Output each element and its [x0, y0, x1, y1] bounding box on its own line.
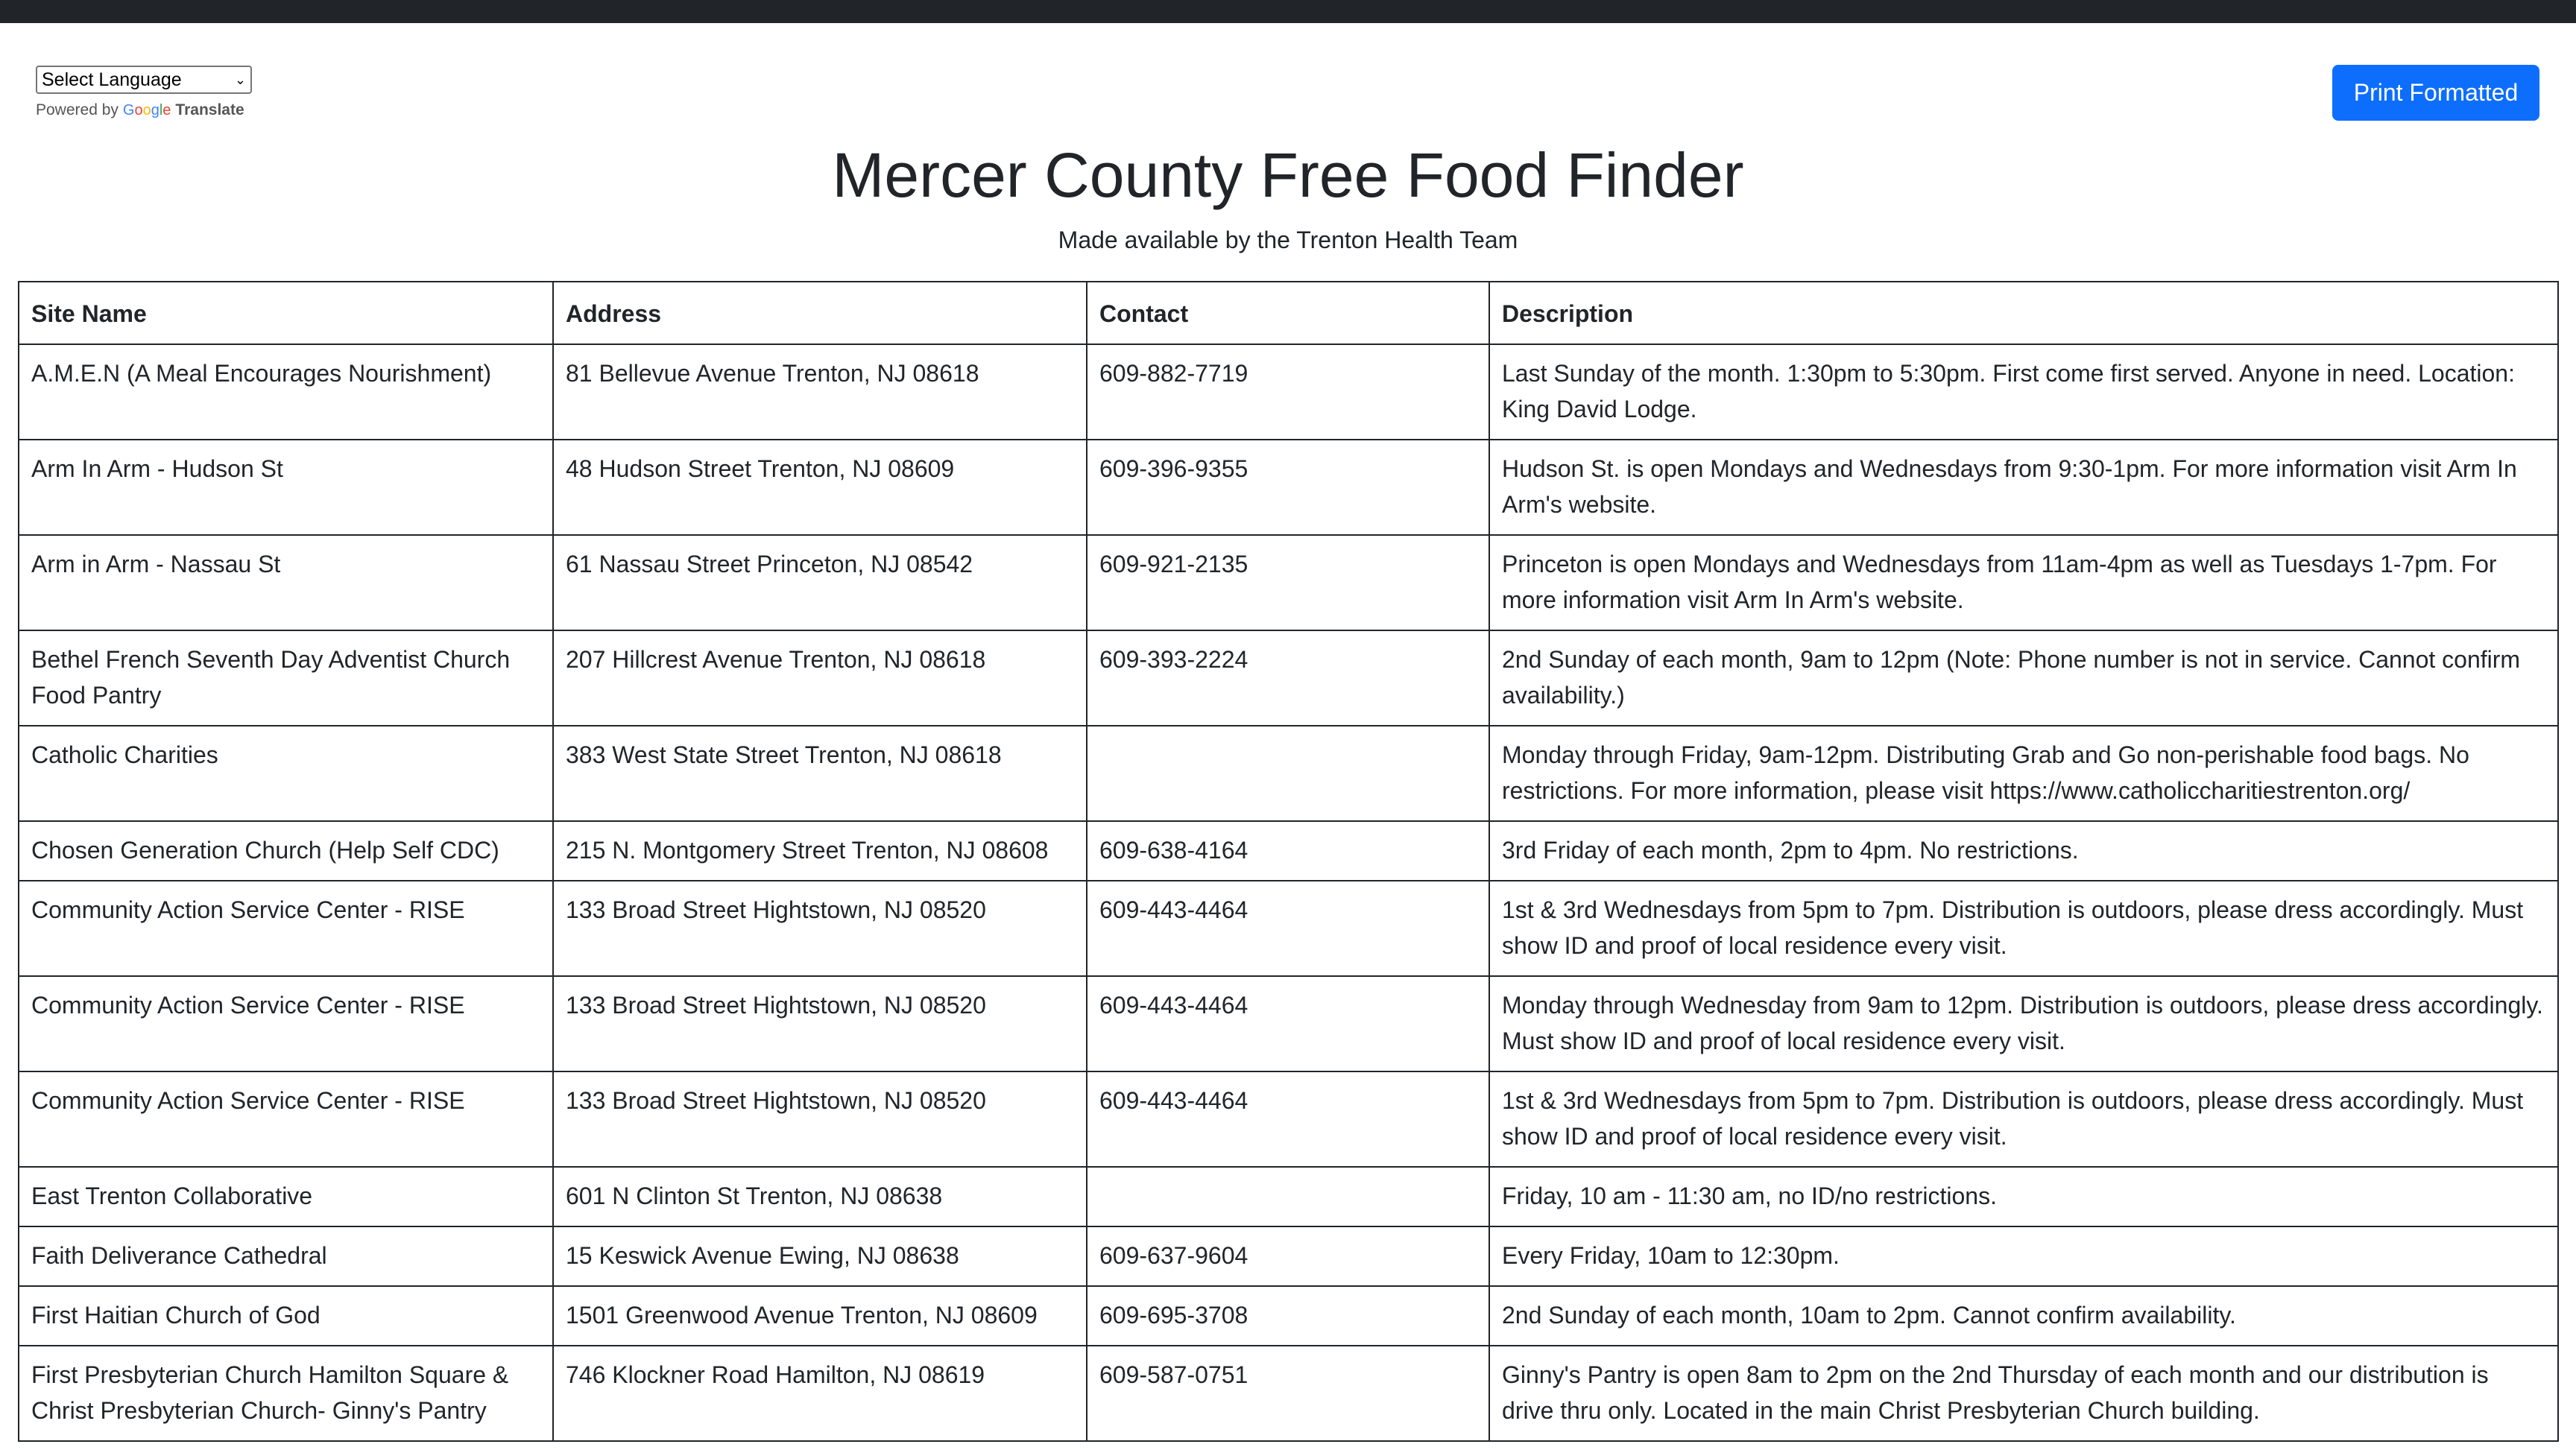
description-cell: 2nd Sunday of each month, 10am to 2pm. C… [1489, 1285, 2559, 1346]
table-row: Community Action Service Center - RISE 13… [18, 880, 2559, 977]
column-header-contact: Contact [1086, 281, 1490, 345]
contact-cell: 609-587-0751 [1086, 1345, 1490, 1442]
contact-cell: 609-638-4164 [1086, 820, 1490, 881]
description-cell: Princeton is open Mondays and Wednesdays… [1489, 534, 2559, 631]
table-row: Arm In Arm - Hudson St 48 Hudson Street T… [18, 439, 2559, 536]
site-name-cell: Community Action Service Center - RISE [18, 975, 554, 1072]
site-name-cell: East Trenton Collaborative [18, 1166, 554, 1227]
description-cell: Friday, 10 am - 11:30 am, no ID/no restr… [1489, 1166, 2559, 1227]
address-cell: 81 Bellevue Avenue Trenton, NJ 08618 [552, 343, 1087, 440]
contact-cell: 609-396-9355 [1086, 439, 1490, 536]
page-subtitle: Made available by the Trenton Health Tea… [1058, 227, 1518, 253]
contact-cell [1086, 725, 1490, 822]
contact-cell: 609-637-9604 [1086, 1226, 1490, 1287]
address-cell: 207 Hillcrest Avenue Trenton, NJ 08618 [552, 630, 1087, 726]
contact-cell: 609-443-4464 [1086, 1071, 1490, 1168]
contact-cell: 609-921-2135 [1086, 534, 1490, 631]
site-name-cell: Catholic Charities [18, 725, 554, 822]
contact-cell: 609-393-2224 [1086, 630, 1490, 726]
print-formatted-button[interactable]: Print Formatted [2332, 65, 2539, 121]
address-cell: 1501 Greenwood Avenue Trenton, NJ 08609 [552, 1285, 1087, 1346]
description-cell: 1st & 3rd Wednesdays from 5pm to 7pm. Di… [1489, 880, 2559, 977]
description-cell: 1st & 3rd Wednesdays from 5pm to 7pm. Di… [1489, 1071, 2559, 1168]
contact-cell: 609-443-4464 [1086, 880, 1490, 977]
table-header-row: Site Name Address Contact Description [18, 281, 2559, 345]
table-row: Chosen Generation Church (Help Self CDC)… [18, 820, 2559, 881]
address-cell: 15 Keswick Avenue Ewing, NJ 08638 [552, 1226, 1087, 1287]
address-cell: 133 Broad Street Hightstown, NJ 08520 [552, 1071, 1087, 1168]
address-cell: 383 West State Street Trenton, NJ 08618 [552, 725, 1087, 822]
contact-cell: 609-443-4464 [1086, 975, 1490, 1072]
site-name-cell: First Haitian Church of God [18, 1285, 554, 1346]
address-cell: 133 Broad Street Hightstown, NJ 08520 [552, 880, 1087, 977]
column-header-description: Description [1489, 281, 2559, 345]
google-translate-widget: Select Language ⌄ Powered by Google Tran… [36, 66, 252, 119]
site-name-cell: Community Action Service Center - RISE [18, 1071, 554, 1168]
powered-by-text: Powered by [36, 101, 119, 118]
site-name-cell: Chosen Generation Church (Help Self CDC) [18, 820, 554, 881]
table-row: A.M.E.N (A Meal Encourages Nourishment) 8… [18, 343, 2559, 440]
language-select[interactable]: Select Language ⌄ [36, 66, 252, 94]
powered-by-google: Powered by Google Translate [36, 101, 252, 119]
table-row: Community Action Service Center - RISE 13… [18, 975, 2559, 1072]
translate-link[interactable]: Translate [175, 101, 244, 119]
table-row: Community Action Service Center - RISE 13… [18, 1071, 2559, 1168]
column-header-site-name: Site Name [18, 281, 554, 345]
column-header-address: Address [552, 281, 1087, 345]
contact-cell: 609-695-3708 [1086, 1285, 1490, 1346]
page-title: Mercer County Free Food Finder [832, 140, 1744, 210]
google-logo[interactable]: Google [123, 102, 171, 119]
site-name-cell: Community Action Service Center - RISE [18, 880, 554, 977]
description-cell: Monday through Friday, 9am-12pm. Distrib… [1489, 725, 2559, 822]
description-cell: 3rd Friday of each month, 2pm to 4pm. No… [1489, 820, 2559, 881]
site-name-cell: Arm in Arm - Nassau St [18, 534, 554, 631]
address-cell: 746 Klockner Road Hamilton, NJ 08619 [552, 1345, 1087, 1442]
contact-cell: 609-882-7719 [1086, 343, 1490, 440]
description-cell: Hudson St. is open Mondays and Wednesday… [1489, 439, 2559, 536]
table-row: Arm in Arm - Nassau St 61 Nassau Street P… [18, 534, 2559, 631]
site-name-cell: A.M.E.N (A Meal Encourages Nourishment) [18, 343, 554, 440]
address-cell: 601 N Clinton St Trenton, NJ 08638 [552, 1166, 1087, 1227]
description-cell: Last Sunday of the month. 1:30pm to 5:30… [1489, 343, 2559, 440]
food-sites-table: Site Name Address Contact Description A.… [18, 281, 2559, 1442]
description-cell: 2nd Sunday of each month, 9am to 12pm (N… [1489, 630, 2559, 726]
table-row: East Trenton Collaborative 601 N Clinton … [18, 1166, 2559, 1227]
address-cell: 215 N. Montgomery Street Trenton, NJ 086… [552, 820, 1087, 881]
site-name-cell: Bethel French Seventh Day Adventist Chur… [18, 630, 554, 726]
table-row: Bethel French Seventh Day Adventist Chur… [18, 630, 2559, 726]
address-cell: 61 Nassau Street Princeton, NJ 08542 [552, 534, 1087, 631]
chevron-down-icon: ⌄ [234, 72, 246, 87]
site-name-cell: Arm In Arm - Hudson St [18, 439, 554, 536]
table-row: First Haitian Church of God 1501 Greenwoo… [18, 1285, 2559, 1346]
language-select-value: Select Language [42, 69, 182, 90]
description-cell: Monday through Wednesday from 9am to 12p… [1489, 975, 2559, 1072]
contact-cell [1086, 1166, 1490, 1227]
site-name-cell: First Presbyterian Church Hamilton Squar… [18, 1345, 554, 1442]
description-cell: Ginny's Pantry is open 8am to 2pm on the… [1489, 1345, 2559, 1442]
table-row: First Presbyterian Church Hamilton Squar… [18, 1345, 2559, 1442]
address-cell: 133 Broad Street Hightstown, NJ 08520 [552, 975, 1087, 1072]
description-cell: Every Friday, 10am to 12:30pm. [1489, 1226, 2559, 1287]
table-row: Catholic Charities 383 West State Street … [18, 725, 2559, 822]
top-navbar [0, 0, 2576, 23]
site-name-cell: Faith Deliverance Cathedral [18, 1226, 554, 1287]
table-row: Faith Deliverance Cathedral 15 Keswick Av… [18, 1226, 2559, 1287]
address-cell: 48 Hudson Street Trenton, NJ 08609 [552, 439, 1087, 536]
